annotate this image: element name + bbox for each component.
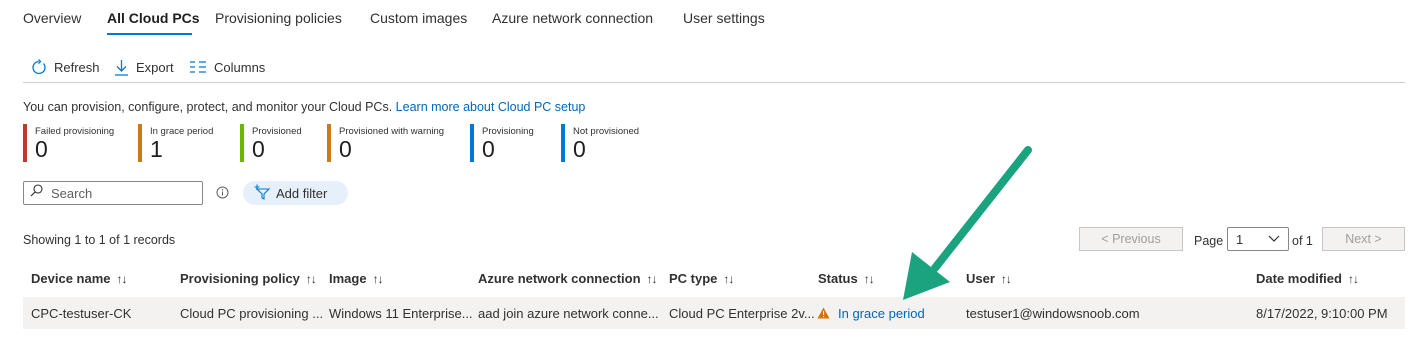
toolbar: Refresh Export Columns: [0, 52, 1416, 82]
info-icon[interactable]: [216, 186, 229, 204]
sort-icon: ↑↓: [723, 271, 734, 286]
column-header-user[interactable]: User ↑↓: [966, 271, 1012, 286]
page-select-value: 1: [1236, 231, 1244, 247]
next-button[interactable]: Next >: [1322, 227, 1405, 251]
cell-device-name: CPC-testuser-CK: [31, 306, 132, 321]
records-count: Showing 1 to 1 of 1 records: [23, 233, 176, 247]
stat-value: 0: [482, 136, 495, 162]
search-box: [23, 181, 203, 205]
download-icon: [114, 59, 129, 76]
stat-in-grace-period[interactable]: In grace period 1: [138, 124, 213, 162]
add-filter-label: Add filter: [276, 185, 328, 201]
active-tab-indicator: [107, 33, 192, 35]
cell-network: aad join azure network conne...: [478, 306, 659, 321]
search-input[interactable]: [49, 184, 193, 202]
column-header-azure-network-connection[interactable]: Azure network connection ↑↓: [478, 271, 658, 286]
stat-value: 0: [252, 136, 265, 162]
column-header-label: Date modified: [1256, 271, 1342, 286]
column-header-date-modified[interactable]: Date modified ↑↓: [1256, 271, 1359, 286]
cell-date-modified: 8/17/2022, 9:10:00 PM: [1256, 306, 1388, 321]
search-icon: [24, 184, 43, 202]
sort-icon: ↑↓: [116, 271, 128, 286]
tab-overview[interactable]: Overview: [23, 10, 81, 26]
sort-icon: ↑↓: [646, 271, 658, 286]
column-header-label: Device name: [31, 271, 111, 286]
column-header-label: Provisioning policy: [180, 271, 300, 286]
column-header-provisioning-policy[interactable]: Provisioning policy ↑↓: [180, 271, 317, 286]
tab-bar: Overview All Cloud PCs Provisioning poli…: [0, 0, 1416, 40]
description-text: You can provision, configure, protect, a…: [23, 100, 393, 114]
column-header-status[interactable]: Status ↑↓: [818, 271, 875, 286]
columns-icon: [189, 60, 207, 74]
stat-value: 1: [150, 136, 163, 162]
sort-icon: ↑↓: [1347, 271, 1359, 286]
export-button[interactable]: Export: [114, 56, 174, 78]
cell-provisioning-policy: Cloud PC provisioning ...: [180, 306, 324, 321]
cell-pc-type: Cloud PC Enterprise 2v...: [669, 306, 815, 321]
stat-label: Provisioned with warning: [339, 126, 445, 137]
column-header-device-name[interactable]: Device name ↑↓: [31, 271, 128, 286]
column-header-label: PC type: [669, 271, 718, 286]
toolbar-divider: [23, 82, 1405, 83]
tab-azure-network-connection[interactable]: Azure network connection: [492, 10, 653, 26]
stat-value: 0: [573, 136, 586, 162]
previous-button[interactable]: < Previous: [1079, 227, 1183, 251]
refresh-icon: [30, 58, 47, 76]
cell-user: testuser1@windowsnoob.com: [966, 306, 1140, 321]
sort-icon: ↑↓: [372, 271, 384, 286]
refresh-button[interactable]: Refresh: [30, 56, 100, 78]
stat-provisioned-with-warning[interactable]: Provisioned with warning 0: [327, 124, 444, 162]
column-header-label: User: [966, 271, 995, 286]
stat-provisioned[interactable]: Provisioned 0: [240, 124, 302, 162]
tab-provisioning-policies[interactable]: Provisioning policies: [215, 10, 342, 26]
page-description: You can provision, configure, protect, a…: [23, 100, 585, 114]
warning-icon: [817, 306, 830, 324]
column-header-image[interactable]: Image ↑↓: [329, 271, 384, 286]
refresh-label: Refresh: [54, 59, 100, 75]
learn-more-link[interactable]: Learn more about Cloud PC setup: [396, 100, 586, 114]
export-label: Export: [136, 59, 174, 75]
cell-status-link[interactable]: In grace period: [838, 306, 925, 321]
column-header-label: Image: [329, 271, 367, 286]
stat-value: 0: [35, 136, 48, 162]
stat-not-provisioned[interactable]: Not provisioned 0: [561, 124, 639, 162]
sort-icon: ↑↓: [1000, 271, 1012, 286]
stat-provisioning[interactable]: Provisioning 0: [470, 124, 534, 162]
tab-all-cloud-pcs[interactable]: All Cloud PCs: [107, 10, 200, 26]
page-total: of 1: [1292, 234, 1313, 248]
add-filter-button[interactable]: Add filter: [243, 181, 348, 205]
column-header-pc-type[interactable]: PC type ↑↓: [669, 271, 734, 286]
column-header-label: Status: [818, 271, 858, 286]
tab-user-settings[interactable]: User settings: [683, 10, 765, 26]
stat-value: 0: [339, 136, 352, 162]
stat-failed-provisioning[interactable]: Failed provisioning 0: [23, 124, 114, 162]
column-header-label: Azure network connection: [478, 271, 641, 286]
columns-button[interactable]: Columns: [189, 56, 265, 78]
tab-custom-images[interactable]: Custom images: [370, 10, 467, 26]
columns-label: Columns: [214, 59, 266, 75]
sort-icon: ↑↓: [863, 271, 875, 286]
page-label: Page: [1194, 234, 1224, 248]
sort-icon: ↑↓: [305, 271, 317, 286]
cell-image: Windows 11 Enterprise...: [329, 306, 473, 321]
filter-icon: [243, 184, 276, 203]
page-select[interactable]: 1: [1227, 227, 1289, 251]
